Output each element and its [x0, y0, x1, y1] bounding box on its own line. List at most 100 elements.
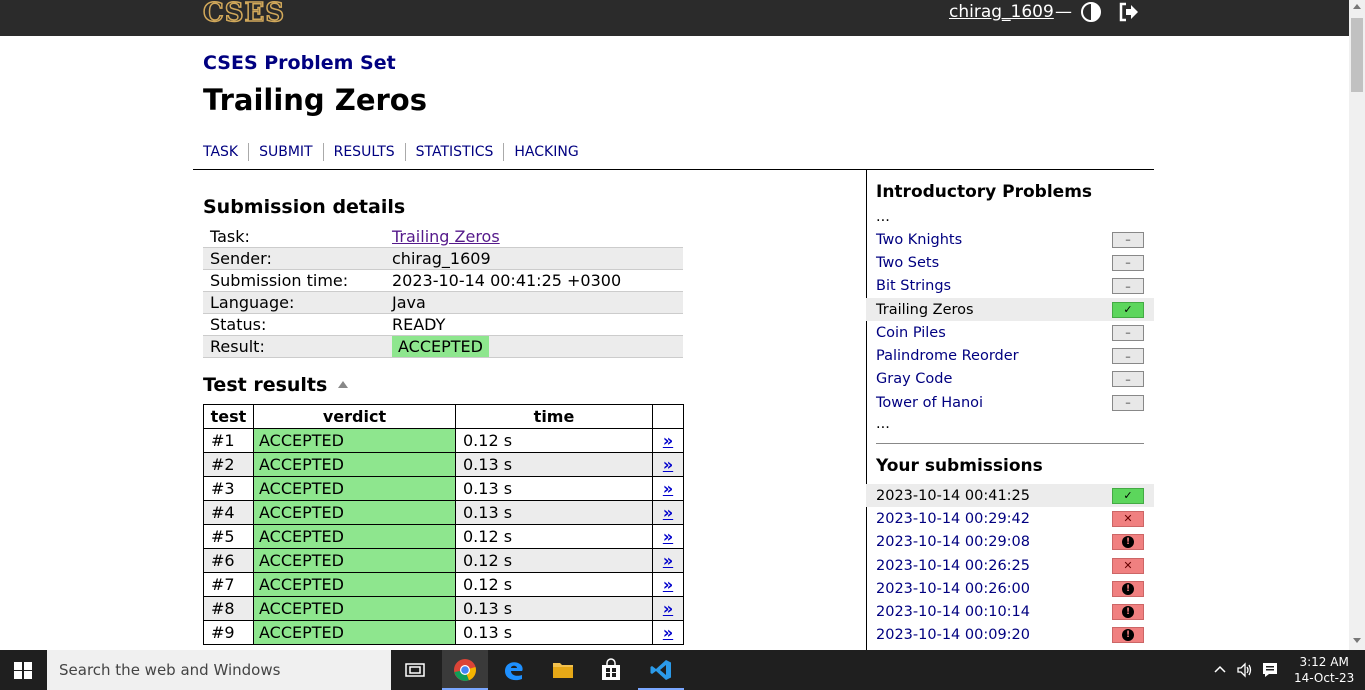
problem-tabs: TASK SUBMIT RESULTS STATISTICS HACKING: [203, 143, 589, 161]
username-link[interactable]: chirag_1609: [949, 2, 1054, 22]
vscode-icon[interactable]: [649, 658, 673, 682]
problem-status-icon: ✓: [1112, 301, 1144, 318]
scroll-down-arrow-icon[interactable]: [1353, 638, 1361, 643]
problem-list-item[interactable]: Bit Strings –: [866, 275, 1154, 298]
problem-name[interactable]: Bit Strings: [876, 278, 951, 294]
scrollbar-thumb[interactable]: [1351, 18, 1363, 92]
test-number: #7: [203, 572, 254, 597]
test-details-link[interactable]: »: [652, 620, 684, 645]
test-details-link[interactable]: »: [652, 524, 684, 549]
taskbar-clock[interactable]: 3:12 AM 14-Oct-23: [1294, 654, 1354, 686]
test-number: #4: [203, 500, 254, 525]
table-row: #7 ACCEPTED 0.12 s»: [203, 572, 684, 597]
tab-statistics[interactable]: STATISTICS: [404, 143, 504, 161]
problem-name[interactable]: Gray Code: [876, 371, 952, 387]
edge-icon[interactable]: [502, 658, 526, 682]
table-row: #1 ACCEPTED 0.12 s»: [203, 428, 684, 453]
test-details-link[interactable]: »: [652, 548, 684, 573]
submission-time[interactable]: 2023-10-14 00:09:20: [876, 627, 1030, 643]
submission-time[interactable]: 2023-10-14 00:26:25: [876, 558, 1030, 574]
test-time: 0.13 s: [455, 620, 653, 645]
chrome-icon[interactable]: [453, 658, 477, 682]
problem-status-icon: –: [1112, 394, 1144, 411]
test-details-link[interactable]: »: [652, 428, 684, 453]
divider: [193, 169, 1154, 170]
problem-name[interactable]: Two Sets: [876, 255, 939, 271]
file-explorer-icon[interactable]: [551, 658, 575, 682]
page-scrollbar[interactable]: [1349, 0, 1365, 650]
test-details-link[interactable]: »: [652, 500, 684, 525]
submission-list-item[interactable]: 2023-10-14 00:10:14!: [866, 601, 1154, 624]
scroll-up-arrow-icon[interactable]: [1353, 4, 1361, 9]
problem-name[interactable]: Trailing Zeros: [876, 302, 974, 318]
breadcrumb[interactable]: CSES Problem Set: [203, 52, 396, 74]
problem-name[interactable]: Two Knights: [876, 232, 962, 248]
task-view-icon[interactable]: [403, 658, 427, 682]
submission-list-item[interactable]: 2023-10-14 00:09:20!: [866, 624, 1154, 647]
problem-list-item[interactable]: Palindrome Reorder –: [866, 345, 1154, 368]
problem-status-icon: –: [1112, 254, 1144, 271]
your-submissions-heading: Your submissions: [876, 456, 1043, 476]
error-dot: !: [1122, 629, 1134, 642]
notification-icon[interactable]: [1261, 661, 1279, 679]
test-details-link[interactable]: »: [652, 476, 684, 501]
detail-row: Sender: chirag_1609: [203, 248, 683, 270]
problem-status-icon: –: [1112, 278, 1144, 295]
detail-row: Task: Trailing Zeros: [203, 226, 683, 248]
tab-hacking[interactable]: HACKING: [503, 143, 588, 161]
test-number: #3: [203, 476, 254, 501]
volume-icon[interactable]: [1236, 661, 1254, 679]
search-placeholder[interactable]: Search the web and Windows: [59, 661, 280, 679]
ellipsis: ...: [876, 416, 890, 432]
submission-time[interactable]: 2023-10-14 00:41:25: [876, 488, 1030, 504]
tab-submit[interactable]: SUBMIT: [248, 143, 323, 161]
tab-results[interactable]: RESULTS: [322, 143, 405, 161]
submission-list-item[interactable]: 2023-10-14 00:41:25 ✓: [866, 484, 1154, 508]
test-details-link[interactable]: »: [652, 596, 684, 621]
test-results-table: test verdict time #1 ACCEPTED 0.12 s» #2 ACC…: [203, 404, 684, 645]
submission-list-item[interactable]: 2023-10-14 00:29:08!: [866, 531, 1154, 554]
submission-time[interactable]: 2023-10-14 00:29:08: [876, 534, 1030, 550]
problem-name[interactable]: Coin Piles: [876, 325, 946, 341]
problem-list-item[interactable]: Trailing Zeros ✓: [866, 297, 1154, 322]
task-link[interactable]: Trailing Zeros: [392, 227, 500, 246]
table-row: #2 ACCEPTED 0.13 s»: [203, 452, 684, 477]
cses-logo[interactable]: CSES: [202, 0, 285, 27]
detail-row: Result: ACCEPTED: [203, 336, 683, 358]
submission-list-item[interactable]: 2023-10-14 00:29:42 ✕: [866, 507, 1154, 530]
logout-icon[interactable]: [1118, 2, 1140, 22]
test-verdict: ACCEPTED: [253, 620, 456, 645]
table-row: #3 ACCEPTED 0.13 s»: [203, 476, 684, 501]
test-time: 0.13 s: [455, 452, 653, 477]
submission-time[interactable]: 2023-10-14 00:29:42: [876, 511, 1030, 527]
divider: [876, 443, 1144, 444]
test-details-link[interactable]: »: [652, 452, 684, 477]
problem-list-item[interactable]: Gray Code –: [866, 368, 1154, 391]
problem-list-item[interactable]: Coin Piles –: [866, 321, 1154, 344]
test-results-heading[interactable]: Test results: [203, 374, 327, 396]
submission-time[interactable]: 2023-10-14 00:26:00: [876, 581, 1030, 597]
detail-label: Task:: [210, 227, 250, 246]
sort-toggle-icon[interactable]: [338, 381, 348, 388]
clock-time: 3:12 AM: [1299, 655, 1349, 669]
tab-task[interactable]: TASK: [203, 143, 248, 161]
dark-mode-toggle-icon[interactable]: [1081, 2, 1101, 22]
tray-chevron-icon[interactable]: [1212, 662, 1228, 678]
problem-list-item[interactable]: Tower of Hanoi –: [866, 391, 1154, 414]
problem-list-item[interactable]: Two Sets –: [866, 251, 1154, 274]
problem-status-icon: –: [1112, 231, 1144, 248]
test-number: #9: [203, 620, 254, 645]
problem-name[interactable]: Palindrome Reorder: [876, 348, 1019, 364]
test-verdict: ACCEPTED: [253, 452, 456, 477]
accepted-check-icon: ✓: [1112, 487, 1144, 504]
submission-time[interactable]: 2023-10-14 00:10:14: [876, 604, 1030, 620]
problem-name[interactable]: Tower of Hanoi: [876, 395, 983, 411]
test-details-link[interactable]: »: [652, 572, 684, 597]
store-icon[interactable]: [599, 658, 623, 682]
windows-start-icon[interactable]: [14, 662, 32, 679]
detail-label: Result:: [210, 337, 265, 356]
submission-list-item[interactable]: 2023-10-14 00:26:00!: [866, 577, 1154, 600]
submission-list-item[interactable]: 2023-10-14 00:26:25 ✕: [866, 554, 1154, 577]
problem-list-item[interactable]: Two Knights –: [866, 228, 1154, 251]
detail-value: READY: [392, 315, 446, 334]
